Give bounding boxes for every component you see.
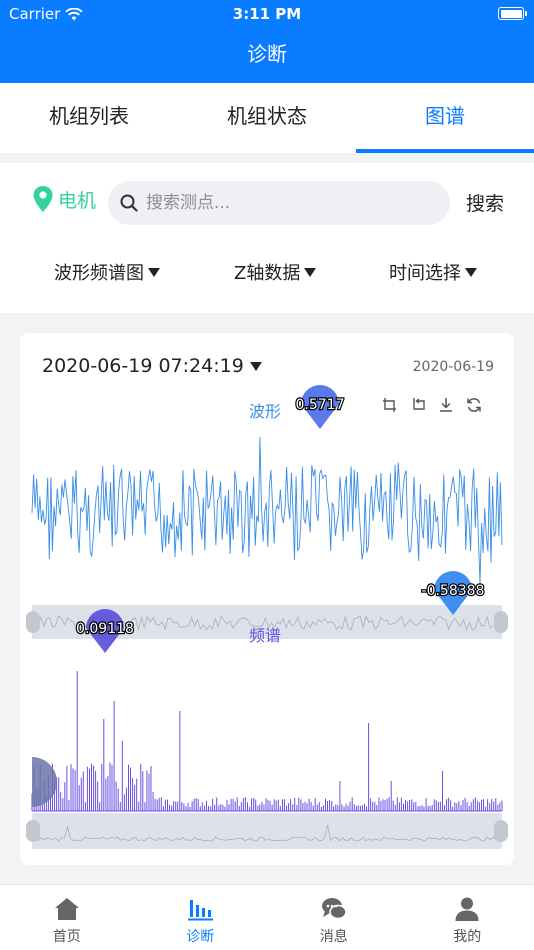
chart-card: 2020-06-19 07:24:19 2020-06-19 波形 频谱 0.571…	[20, 333, 514, 865]
spectrum-max-marker-label: 0.09118	[76, 621, 134, 637]
message-icon	[321, 898, 347, 920]
page-title: 诊断	[247, 42, 287, 66]
spectrum-title: 频谱	[249, 626, 281, 645]
chart-type-label: 波形频谱图	[54, 263, 144, 284]
tabbar-profile[interactable]: 我的	[401, 885, 534, 950]
top-tabs: 机组列表 机组状态 图谱	[0, 83, 534, 153]
battery-icon	[498, 7, 527, 20]
wave-min-marker-label: -0.58388	[422, 583, 485, 599]
axis-label: Z轴数据	[234, 263, 301, 284]
search-icon	[120, 194, 138, 212]
location-pin-icon	[33, 186, 53, 212]
caret-down-icon	[465, 267, 477, 277]
chart-icon	[188, 900, 214, 921]
caret-down-icon	[148, 267, 160, 277]
wave-max-marker-label: 0.5717	[296, 397, 345, 413]
home-icon	[54, 898, 79, 920]
chart-type-dropdown[interactable]: 波形频谱图	[54, 259, 160, 285]
bottom-tab-bar: 首页 诊断 消息 我的	[0, 884, 534, 950]
wave-title: 波形	[249, 402, 281, 421]
filter-panel: 电机 搜索 波形频谱图 Z轴数据 时间选择	[0, 163, 534, 313]
location-label: 电机	[58, 189, 97, 212]
search-box	[108, 181, 450, 225]
search-input[interactable]	[146, 193, 426, 213]
wave-spectrum-chart[interactable]: 波形频谱 0.5717 -0.58388 0.09118	[20, 333, 514, 865]
caret-down-icon	[304, 267, 317, 277]
location-selector[interactable]: 电机	[32, 185, 96, 213]
tabbar-profile-label: 我的	[453, 929, 482, 945]
tabbar-diagnosis-label: 诊断	[186, 929, 215, 945]
nav-bar: 诊断	[0, 30, 534, 83]
wave-zoom-handle-right	[494, 611, 508, 633]
tab-unit-list[interactable]: 机组列表	[0, 83, 178, 153]
axis-dropdown[interactable]: Z轴数据	[234, 259, 317, 285]
tabbar-messages[interactable]: 消息	[267, 885, 401, 950]
time-dropdown[interactable]: 时间选择	[389, 259, 477, 285]
tab-spectrum[interactable]: 图谱	[356, 83, 534, 153]
wave-zoom-handle-left	[26, 611, 40, 633]
time-label: 时间选择	[389, 263, 461, 284]
dropdown-row: 波形频谱图 Z轴数据 时间选择	[0, 259, 534, 289]
tabbar-messages-label: 消息	[319, 929, 348, 945]
spectrum-zoom-handle-right	[494, 820, 508, 842]
status-time: 3:11 PM	[232, 5, 302, 23]
wave-series-line	[31, 436, 503, 584]
spectrum-zoom-handle-left	[26, 820, 40, 842]
spectrum-edge-marker	[32, 757, 57, 807]
tab-unit-status[interactable]: 机组状态	[178, 83, 356, 153]
search-button[interactable]: 搜索	[466, 189, 504, 216]
tabbar-home[interactable]: 首页	[0, 885, 134, 950]
user-icon	[455, 897, 479, 921]
tabbar-diagnosis[interactable]: 诊断	[134, 885, 268, 950]
tabbar-home-label: 首页	[52, 929, 81, 945]
spectrum-zoom-slider	[32, 813, 502, 849]
status-bar: Carrier 3:11 PM	[0, 0, 534, 30]
